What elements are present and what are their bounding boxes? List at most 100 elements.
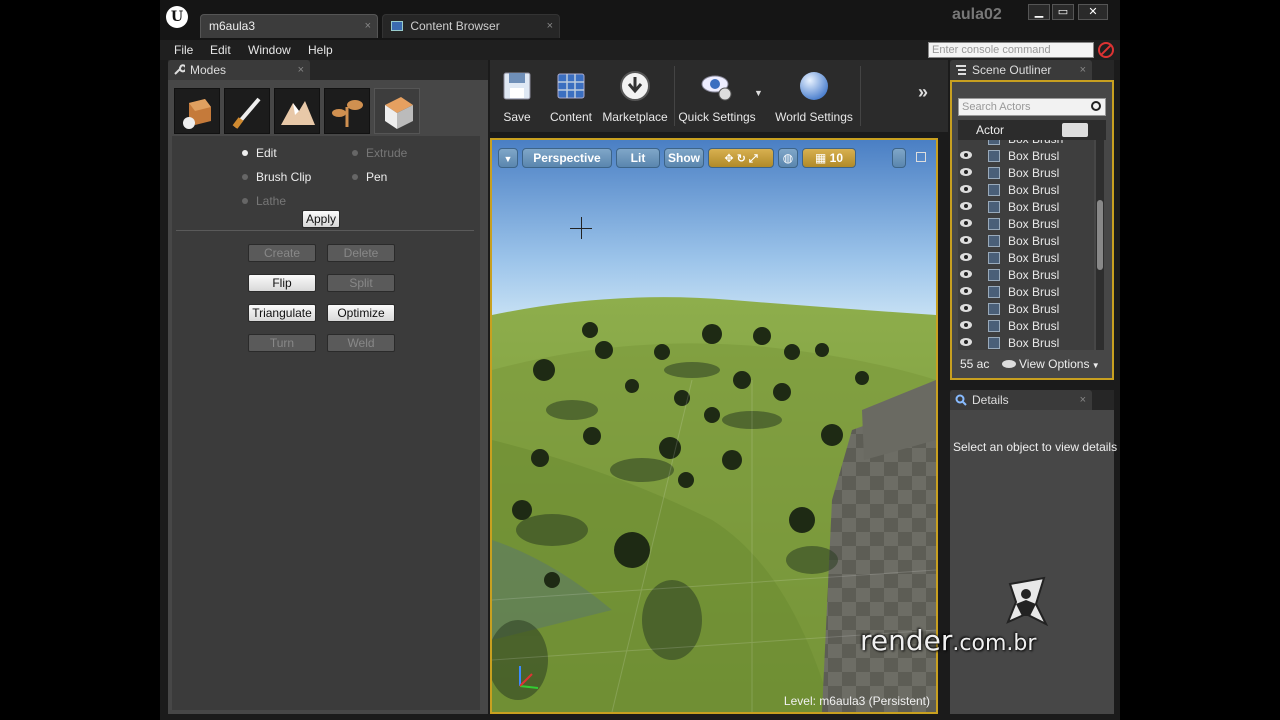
modes-tab[interactable]: Modes ×: [168, 60, 310, 80]
tool-lathe[interactable]: Lathe: [242, 194, 286, 208]
actor-row[interactable]: Box Brusl: [958, 199, 1094, 216]
visibility-eye-icon[interactable]: [960, 321, 972, 329]
save-label: Save: [503, 110, 531, 124]
content-button[interactable]: Content: [546, 66, 596, 128]
visibility-eye-icon[interactable]: [960, 202, 972, 210]
save-button[interactable]: Save: [496, 66, 538, 128]
triangulate-button[interactable]: Triangulate: [248, 304, 316, 322]
turn-button[interactable]: Turn: [248, 334, 316, 352]
chevron-down-icon: ▼: [503, 154, 513, 164]
landscape-mode-button[interactable]: [274, 88, 320, 134]
grid-snap-button[interactable]: ▦ 10: [802, 148, 856, 168]
title-bar: U m6aula3 × Content Browser × aula02 ▁ ▭…: [160, 0, 1120, 40]
actor-row[interactable]: Box Brusl: [958, 165, 1094, 182]
actor-row[interactable]: Box Brusl: [958, 335, 1094, 350]
actor-row[interactable]: Box Brusl: [958, 182, 1094, 199]
minimize-button[interactable]: ▁: [1028, 4, 1050, 20]
flip-button[interactable]: Flip: [248, 274, 316, 292]
actor-row[interactable]: Box Brusl: [958, 148, 1094, 165]
actor-row[interactable]: Box Brusl: [958, 233, 1094, 250]
actor-row[interactable]: Box Brusl: [958, 284, 1094, 301]
actor-row[interactable]: Box Brusl: [958, 318, 1094, 335]
world-local-button[interactable]: ◍: [778, 148, 798, 168]
actor-row-partial[interactable]: Box Brush: [958, 140, 1094, 148]
chevron-down-icon[interactable]: [1062, 123, 1088, 137]
tool-edit[interactable]: Edit: [242, 146, 277, 160]
tab-level[interactable]: m6aula3 ×: [200, 14, 378, 38]
marketplace-button[interactable]: Marketplace: [602, 66, 668, 128]
visibility-eye-icon[interactable]: [960, 270, 972, 278]
close-icon[interactable]: ×: [1080, 390, 1086, 410]
stop-icon[interactable]: [1098, 42, 1114, 58]
tool-pen[interactable]: Pen: [352, 170, 387, 184]
show-button[interactable]: Show: [664, 148, 704, 168]
perspective-button[interactable]: Perspective: [522, 148, 612, 168]
outliner-scrollbar[interactable]: [1096, 140, 1104, 350]
tab-content-browser-label: Content Browser: [410, 19, 500, 33]
search-icon: [1091, 101, 1101, 111]
delete-button[interactable]: Delete: [327, 244, 395, 262]
transform-tools[interactable]: ✥ ↻ ⤢: [708, 148, 774, 168]
paint-mode-button[interactable]: [224, 88, 270, 134]
close-icon[interactable]: ×: [298, 60, 304, 80]
tab-content-browser[interactable]: Content Browser ×: [382, 14, 560, 38]
visibility-eye-icon[interactable]: [960, 219, 972, 227]
quick-settings-button[interactable]: Quick Settings: [678, 66, 756, 128]
scene-outliner-panel: Scene Outliner × Search Actors Actor Box…: [950, 60, 1114, 380]
visibility-eye-icon[interactable]: [960, 151, 972, 159]
actor-list[interactable]: Box Brush Box Brusl Box Brusl Box Brusl Box …: [958, 140, 1094, 350]
console-input[interactable]: Enter console command: [928, 42, 1094, 58]
menu-help[interactable]: Help: [308, 43, 333, 57]
menu-window[interactable]: Window: [248, 43, 291, 57]
close-icon[interactable]: ×: [365, 15, 371, 37]
actor-row[interactable]: Box Brusl: [958, 250, 1094, 267]
world-settings-button[interactable]: World Settings: [774, 66, 854, 128]
viewport-scroll-toggle[interactable]: [892, 148, 906, 168]
tool-brush-clip[interactable]: Brush Clip: [242, 170, 311, 184]
maximize-viewport-icon[interactable]: [916, 152, 926, 162]
maximize-button[interactable]: ▭: [1052, 4, 1074, 20]
weld-button[interactable]: Weld: [327, 334, 395, 352]
visibility-eye-icon[interactable]: [960, 338, 972, 346]
move-icon: ✥ ↻ ⤢: [724, 153, 758, 165]
actor-row[interactable]: Box Brusl: [958, 216, 1094, 233]
tool-extrude[interactable]: Extrude: [352, 146, 407, 160]
modes-tab-label: Modes: [190, 63, 227, 77]
apply-button[interactable]: Apply: [302, 210, 340, 228]
actor-column-header[interactable]: Actor: [958, 120, 1106, 140]
box-brush-icon: [988, 201, 1000, 213]
search-actors-input[interactable]: Search Actors: [958, 98, 1106, 116]
details-body: Select an object to view details: [950, 410, 1117, 714]
create-button[interactable]: Create: [248, 244, 316, 262]
place-mode-button[interactable]: [174, 88, 220, 134]
close-icon[interactable]: ×: [547, 15, 553, 37]
chevron-down-icon[interactable]: ▼: [754, 88, 763, 98]
visibility-eye-icon[interactable]: [960, 236, 972, 244]
menu-edit[interactable]: Edit: [210, 43, 231, 57]
scene-outliner-tab[interactable]: Scene Outliner ×: [950, 60, 1092, 80]
visibility-eye-icon[interactable]: [960, 304, 972, 312]
split-button[interactable]: Split: [327, 274, 395, 292]
box-brush-icon: [988, 218, 1000, 230]
close-window-button[interactable]: ✕: [1078, 4, 1108, 20]
actor-row[interactable]: Box Brusl: [958, 267, 1094, 284]
close-icon[interactable]: ×: [1080, 60, 1086, 80]
actor-row[interactable]: Box Brusl: [958, 301, 1094, 318]
details-tab[interactable]: Details ×: [950, 390, 1092, 410]
scrollbar-thumb[interactable]: [1097, 200, 1103, 270]
lit-button[interactable]: Lit: [616, 148, 660, 168]
visibility-eye-icon[interactable]: [960, 168, 972, 176]
visibility-eye-icon[interactable]: [960, 185, 972, 193]
chevron-down-icon: ▼: [1089, 361, 1100, 370]
optimize-button[interactable]: Optimize: [327, 304, 395, 322]
toolbar-more-icon[interactable]: »: [918, 82, 928, 103]
visibility-eye-icon[interactable]: [960, 253, 972, 261]
visibility-eye-icon[interactable]: [960, 287, 972, 295]
geometry-mode-button[interactable]: [374, 88, 420, 134]
radio-dot: [242, 198, 248, 204]
foliage-mode-button[interactable]: [324, 88, 370, 134]
viewport-options-button[interactable]: ▼: [498, 148, 518, 168]
menu-file[interactable]: File: [174, 43, 193, 57]
content-label: Content: [549, 110, 593, 124]
view-options-button[interactable]: View Options ▼: [1002, 354, 1100, 376]
